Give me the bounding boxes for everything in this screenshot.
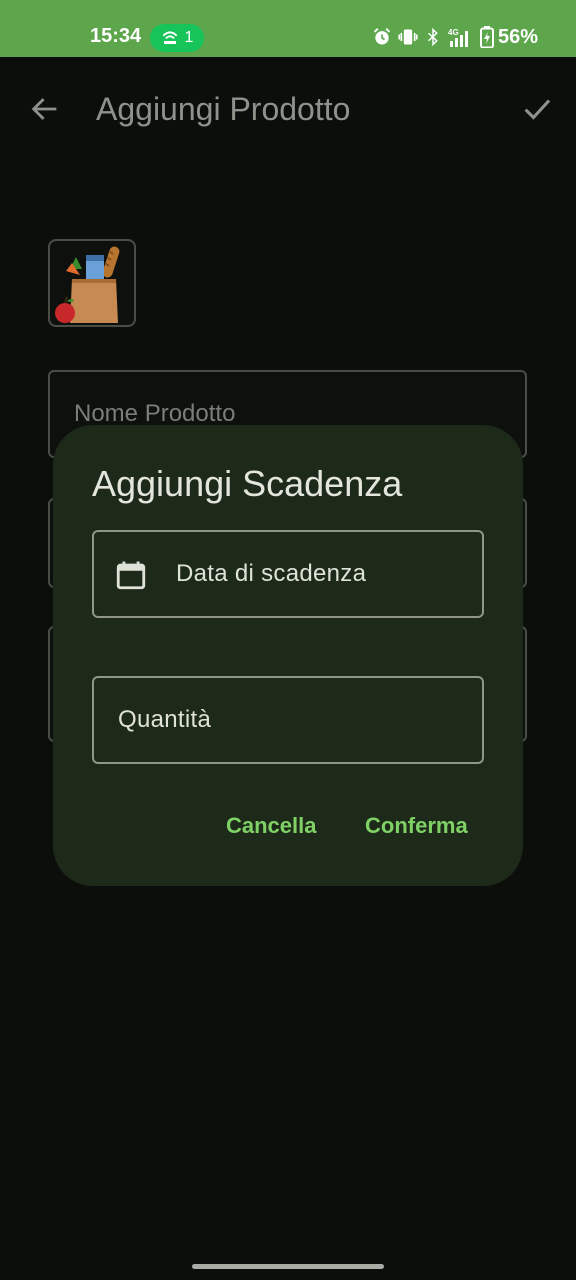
status-time: 15:34 bbox=[90, 25, 142, 47]
grocery-bag-icon bbox=[55, 246, 120, 323]
cancel-button[interactable]: Cancella bbox=[226, 813, 317, 839]
hotspot-count: 1 bbox=[184, 29, 194, 46]
check-icon[interactable] bbox=[520, 92, 554, 126]
expiry-date-field[interactable]: Data di scadenza bbox=[92, 530, 484, 618]
product-name-label: Nome Prodotto bbox=[74, 400, 236, 427]
gesture-nav-handle[interactable] bbox=[192, 1264, 384, 1269]
page-title: Aggiungi Prodotto bbox=[96, 91, 351, 127]
quantity-label: Quantità bbox=[118, 706, 212, 733]
vibrate-icon bbox=[398, 29, 418, 45]
status-bar: 15:34 1 4G 56% bbox=[0, 0, 576, 57]
calendar-icon bbox=[116, 561, 146, 590]
add-expiry-dialog: Aggiungi Scadenza Data di scadenza Quant… bbox=[53, 425, 523, 886]
expiry-date-label: Data di scadenza bbox=[176, 560, 367, 587]
battery-icon bbox=[480, 26, 494, 48]
alarm-icon bbox=[373, 28, 391, 45]
hotspot-icon bbox=[162, 31, 177, 44]
battery-percent: 56% bbox=[498, 26, 539, 48]
quantity-field[interactable]: Quantità bbox=[92, 676, 484, 764]
status-icons: 4G bbox=[372, 26, 494, 48]
dialog-title: Aggiungi Scadenza bbox=[92, 463, 403, 504]
signal-4g-icon: 4G bbox=[448, 28, 468, 47]
svg-text:4G: 4G bbox=[448, 28, 459, 37]
product-image[interactable] bbox=[48, 239, 136, 327]
arrow-back-icon[interactable] bbox=[28, 92, 62, 126]
bluetooth-icon bbox=[427, 27, 438, 47]
confirm-button[interactable]: Conferma bbox=[365, 813, 468, 839]
hotspot-pill[interactable]: 1 bbox=[150, 24, 204, 52]
